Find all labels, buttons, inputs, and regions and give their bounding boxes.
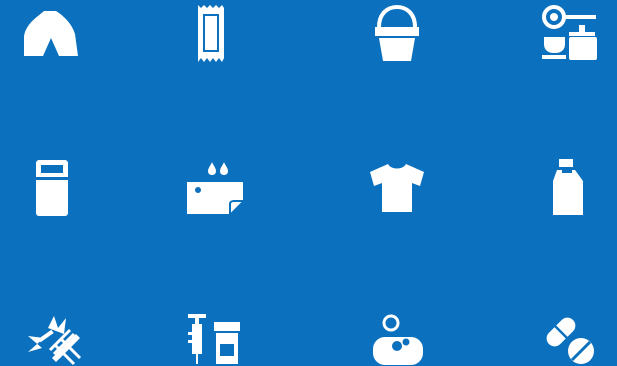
mosquito-net-icon (24, 314, 82, 366)
tent-icon (22, 8, 80, 58)
jerrycan-icon (35, 160, 69, 216)
pills-icon (542, 314, 596, 366)
syringe-medicine-icon (186, 312, 242, 366)
bucket-icon (374, 4, 420, 63)
tarpaulin-icon (186, 162, 247, 218)
detergent-bottle-icon (551, 159, 587, 217)
soap-icon (371, 314, 425, 366)
kitchen-set-icon (541, 5, 599, 63)
icon-grid-canvas (0, 0, 617, 366)
towel-icon (196, 5, 226, 63)
t-shirt-icon (368, 162, 426, 214)
